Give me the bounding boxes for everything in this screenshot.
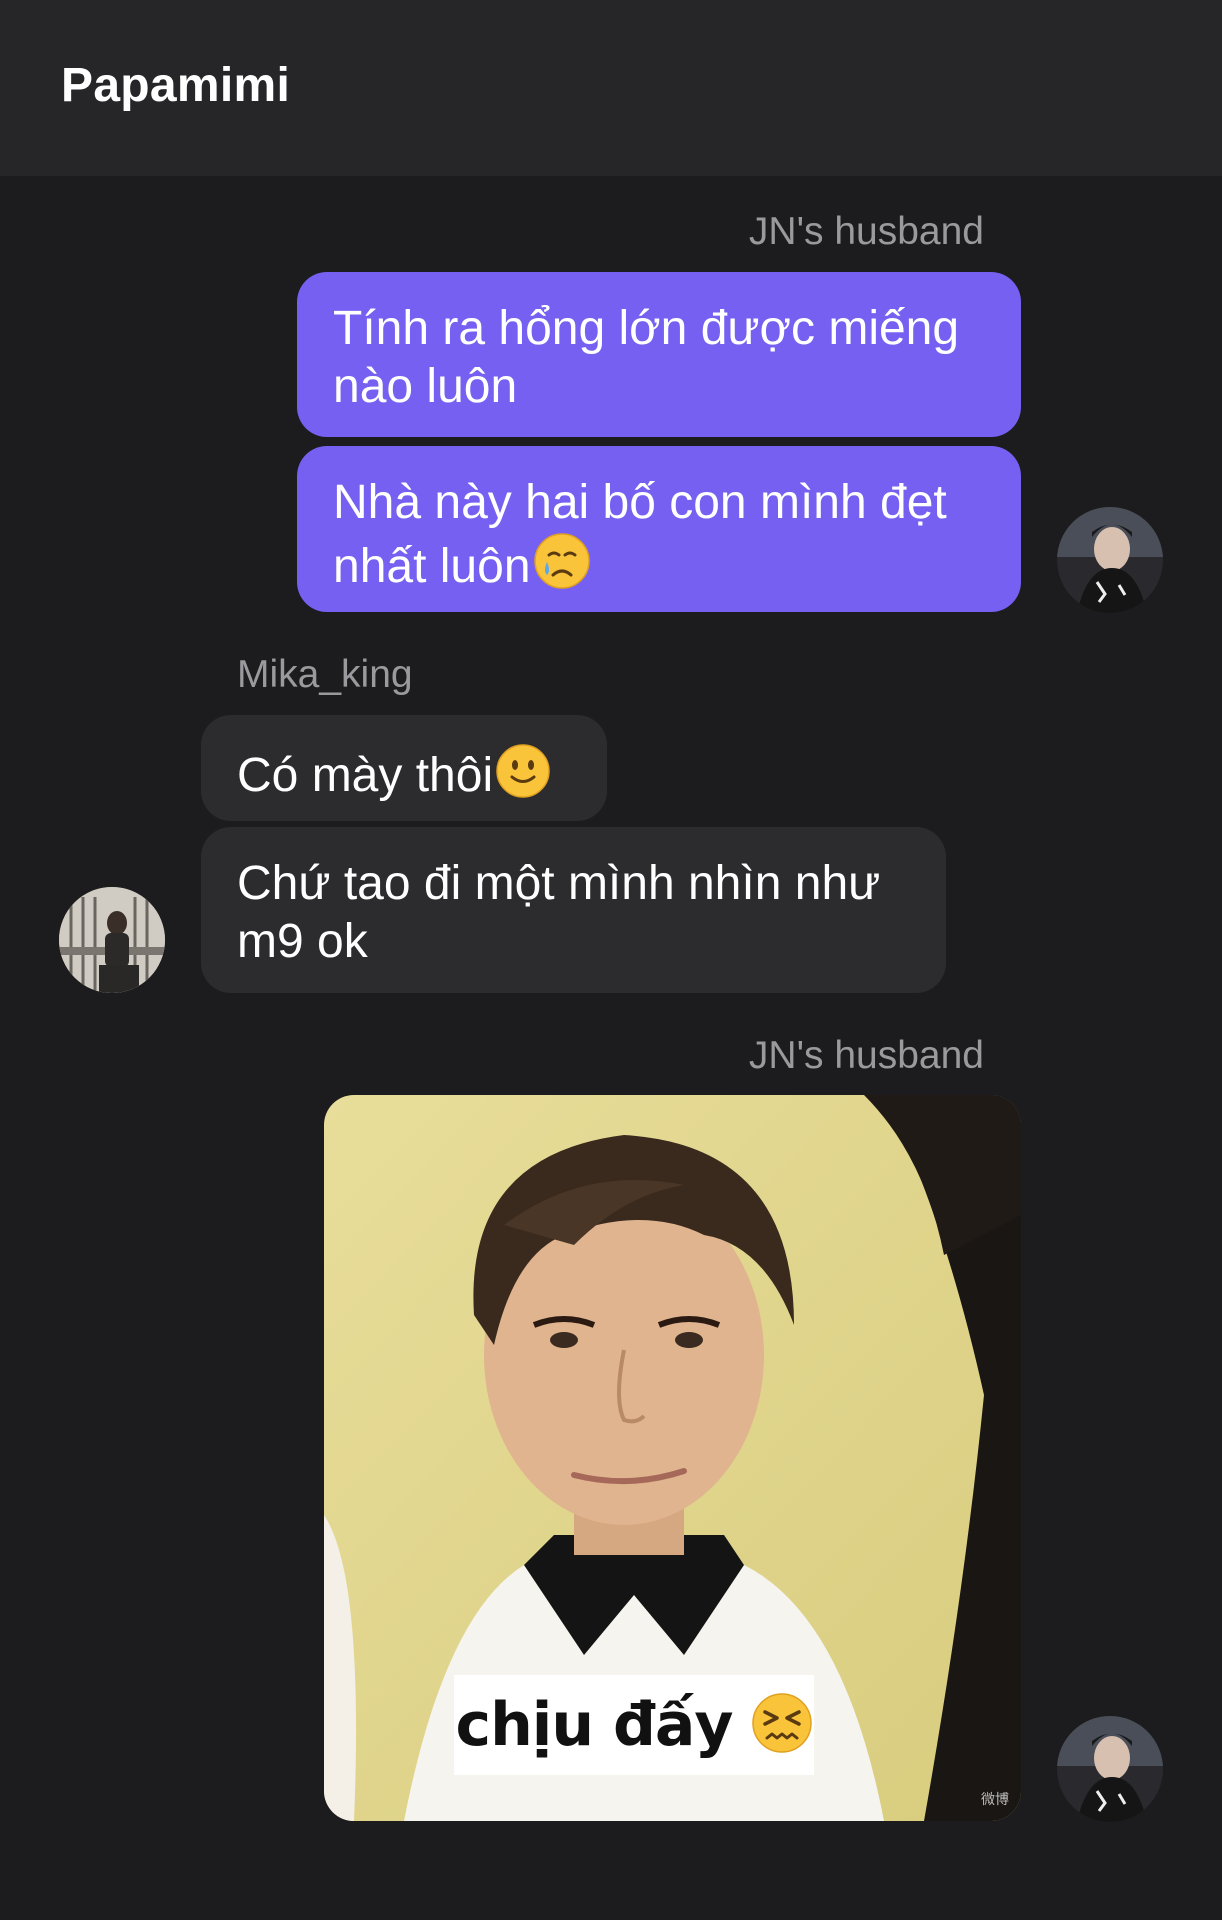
sender-name: JN's husband bbox=[748, 1034, 984, 1077]
image-caption: chịu đấy bbox=[454, 1675, 814, 1775]
crying-face-icon bbox=[533, 532, 591, 604]
chat-header: Papamimi bbox=[0, 0, 1222, 176]
image-message[interactable]: chịu đấy 微博 bbox=[324, 1095, 1021, 1821]
message-text: Tính ra hổng lớn được miếng nào luôn bbox=[333, 302, 960, 413]
avatar-jn-husband[interactable] bbox=[1057, 1716, 1163, 1822]
message-text: Có mày thôi bbox=[237, 749, 494, 802]
message-bubble-incoming[interactable]: Có mày thôi bbox=[201, 715, 607, 821]
message-text: Nhà này hai bố con mình đẹt bbox=[333, 476, 947, 529]
message-text: nhất luôn bbox=[333, 540, 531, 593]
message-bubble-outgoing[interactable]: Nhà này hai bố con mình đẹt nhất luôn bbox=[297, 446, 1021, 612]
chat-title[interactable]: Papamimi bbox=[61, 58, 290, 113]
avatar-jn-husband[interactable] bbox=[1057, 507, 1163, 613]
confounded-face-icon bbox=[751, 1692, 813, 1759]
avatar-mika-king[interactable] bbox=[59, 887, 165, 993]
sender-name: JN's husband bbox=[748, 210, 984, 253]
slightly-smiling-face-icon bbox=[495, 743, 551, 813]
image-caption-text: chịu đấy bbox=[455, 1690, 734, 1760]
sender-name: Mika_king bbox=[237, 653, 413, 696]
message-text: Chứ tao đi một mình nhìn như m9 ok bbox=[237, 857, 881, 968]
image-watermark: 微博 bbox=[981, 1791, 1009, 1807]
message-bubble-incoming[interactable]: Chứ tao đi một mình nhìn như m9 ok bbox=[201, 827, 946, 993]
message-bubble-outgoing[interactable]: Tính ra hổng lớn được miếng nào luôn bbox=[297, 272, 1021, 437]
